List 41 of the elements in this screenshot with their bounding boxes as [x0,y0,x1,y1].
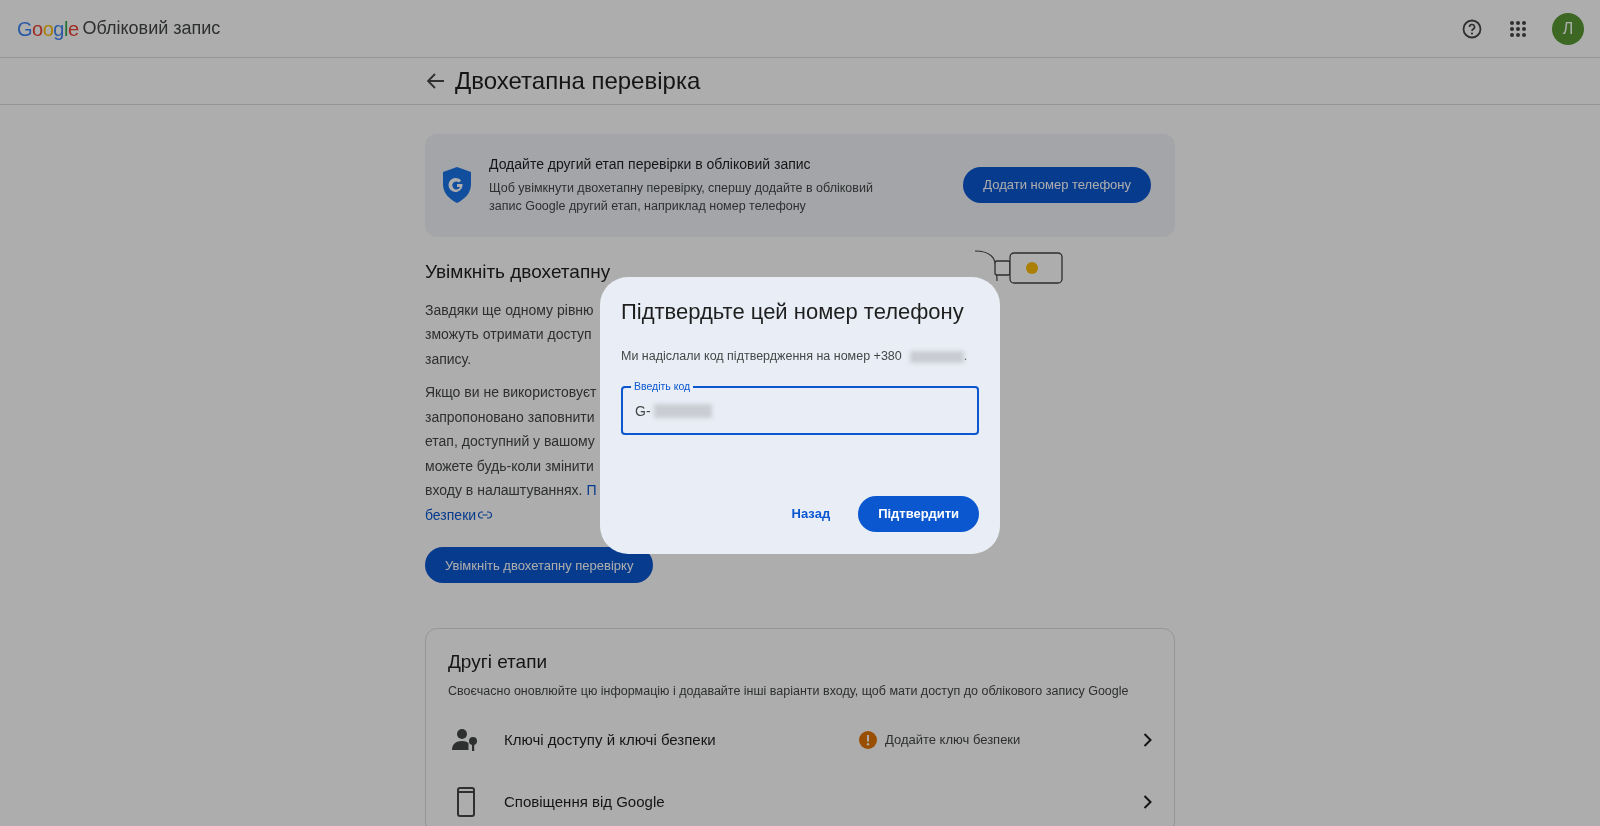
apps-grid-icon[interactable] [1510,20,1526,37]
add-phone-button[interactable]: Додати номер телефону [963,166,1151,203]
body-text: можете будь-коли змінити [425,456,594,476]
chevron-right-icon [1143,794,1152,809]
person-key-icon [452,727,480,752]
status-text: Додайте ключ безпеки [885,731,1021,750]
blurred-text [909,350,964,363]
dialog-message: Ми надіслали код підтвердження на номер +380 [621,348,902,366]
back-button[interactable]: Назад [779,496,843,532]
dialog-title: Підтвердьте цей номер телефону [621,299,965,326]
body-text: Завдяки ще одному рівню [425,300,594,320]
body-text: запропоновано заповнити [425,407,595,427]
phone-icon [456,786,476,817]
back-arrow-icon[interactable] [427,73,445,89]
link-icon [478,511,493,520]
body-text: Якщо ви не використовуєт [425,383,597,403]
body-text: запису. [425,349,472,369]
page-title: Двохетапна перевірка [455,66,701,96]
body-text: зможуть отримати доступ [425,325,592,345]
message-period: . [963,348,968,366]
link[interactable]: безпеки [425,502,477,528]
enable-button[interactable]: Увімкніть двохетапну перевірку [425,547,654,584]
chevron-right-icon [1143,732,1152,747]
avatar[interactable]: Л [1552,12,1584,45]
banner-text: Щоб увімкнути двохетапну перевірку, спершу додайте в обліковий запис Google другий етап, наприклад номер телефону [489,180,874,215]
card-subtitle: Своєчасно оновлюйте цю інформацію і додавайте інші варіанти входу, щоб мати доступ до облікового запису Google [448,683,1130,701]
blurred-text [654,404,712,419]
help-icon[interactable] [1462,18,1482,39]
body-text: входу в налаштуваннях. [425,481,583,501]
google-logo[interactable]: Google [17,13,79,44]
link[interactable]: П [586,478,597,503]
product-name: Обліковий запис [82,17,221,40]
card-title: Другі етапи [448,651,549,675]
row-label: Сповіщення від Google [504,791,666,812]
body-text: етап, доступний у вашому [425,432,595,452]
warning-icon [859,730,877,749]
confirm-button[interactable]: Підтвердити [858,496,979,532]
section-heading: Увімкніть двохетапну [425,261,612,284]
banner-title: Додайте другий етап перевірки в обліковий запис [489,155,812,174]
shield-icon [441,165,473,204]
row-label: Ключі доступу й ключі безпеки [504,729,717,750]
